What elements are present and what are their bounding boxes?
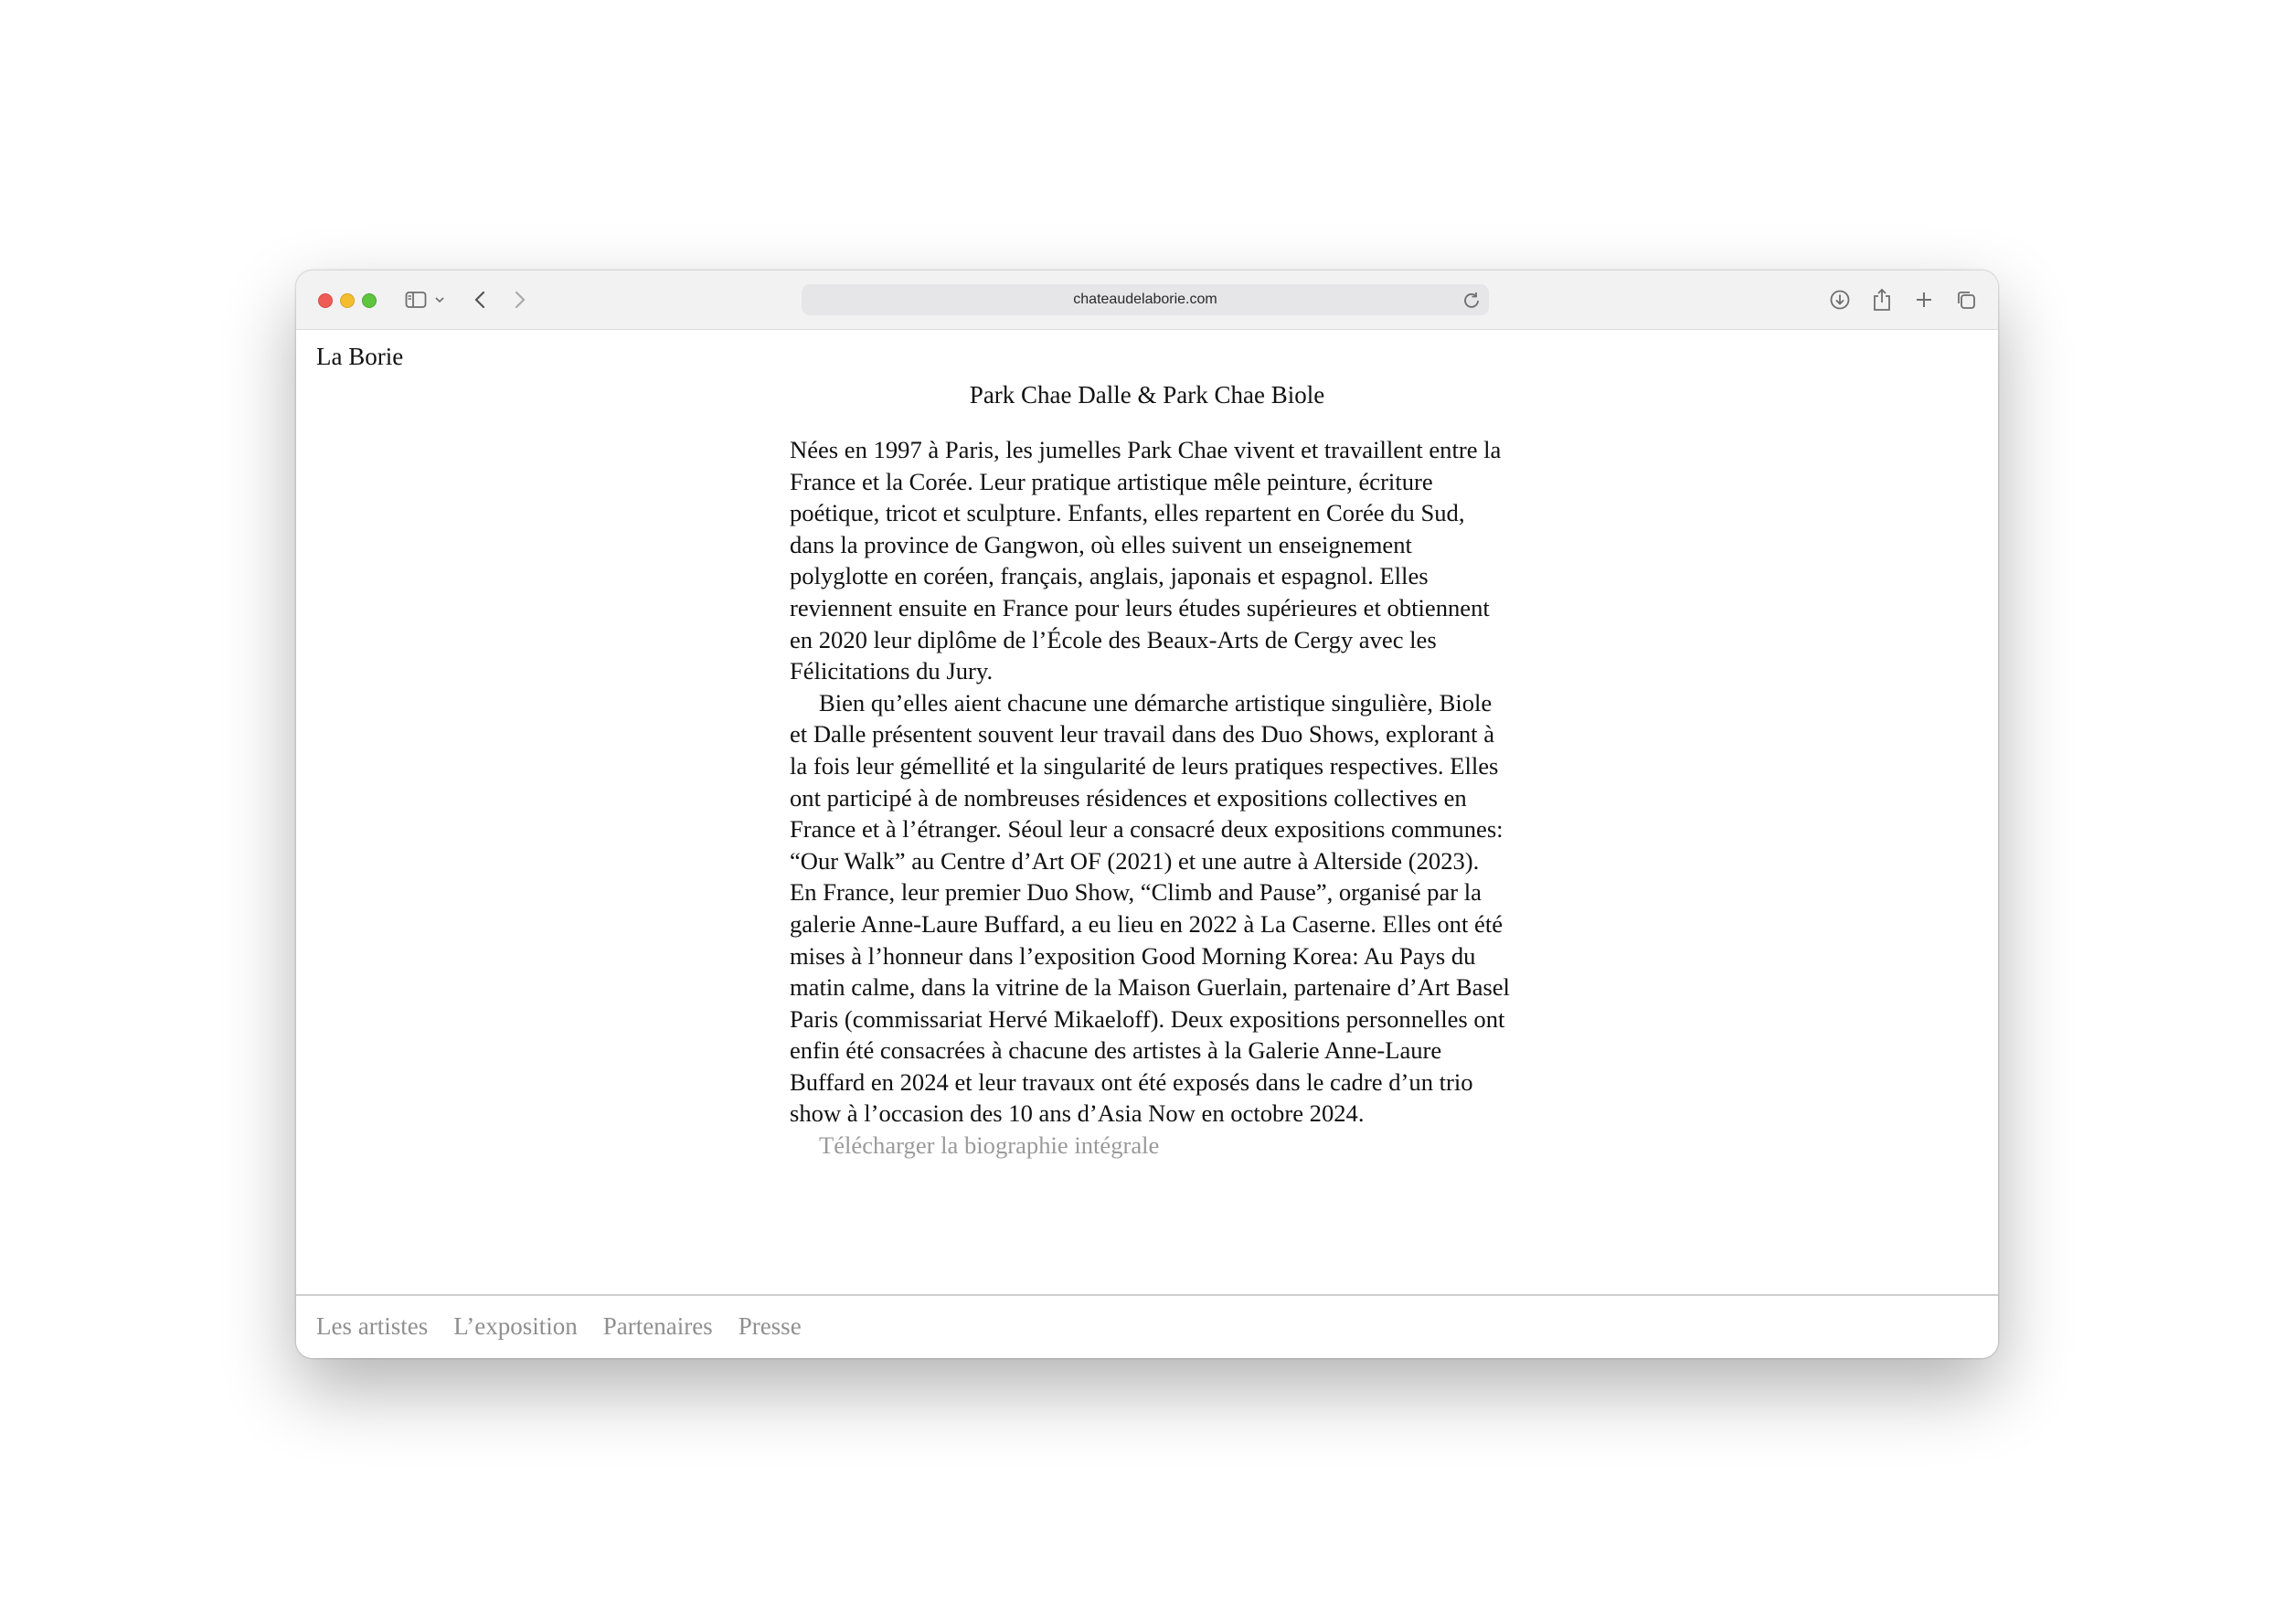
footer-nav: Les artistes L’exposition Partenaires Pr… <box>316 1312 802 1341</box>
nav-link-partners[interactable]: Partenaires <box>603 1312 713 1341</box>
artist-biography: Nées en 1997 à Paris, les jumelles Park … <box>790 434 1512 1162</box>
sidebar-toggle-icon[interactable] <box>404 286 428 313</box>
address-bar[interactable]: chateaudelaborie.com <box>802 284 1489 315</box>
back-arrow-icon[interactable] <box>472 286 488 313</box>
browser-window: chateaudelaborie.com La Borie Park Chae … <box>296 271 1998 1358</box>
new-tab-icon[interactable] <box>1912 286 1936 313</box>
bio-paragraph: Nées en 1997 à Paris, les jumelles Park … <box>790 436 1502 685</box>
site-title[interactable]: La Borie <box>316 343 403 371</box>
downloads-icon[interactable] <box>1828 286 1852 313</box>
page-content: La Borie Park Chae Dalle & Park Chae Bio… <box>296 330 1998 1358</box>
minimize-window-button[interactable] <box>340 293 355 308</box>
footer-nav-bar: Les artistes L’exposition Partenaires Pr… <box>296 1294 1998 1358</box>
zoom-window-button[interactable] <box>362 293 377 308</box>
nav-link-press[interactable]: Presse <box>739 1312 802 1341</box>
nav-link-exhibition[interactable]: L’exposition <box>453 1312 578 1341</box>
browser-toolbar: chateaudelaborie.com <box>296 271 1998 330</box>
forward-arrow-icon[interactable] <box>512 286 528 313</box>
chevron-down-icon[interactable] <box>433 286 446 313</box>
share-icon[interactable] <box>1870 286 1894 313</box>
bio-paragraph: Bien qu’elles aient chacune une démarche… <box>790 688 1510 1128</box>
artist-heading: Park Chae Dalle & Park Chae Biole <box>969 381 1325 409</box>
nav-link-artists[interactable]: Les artistes <box>316 1312 428 1341</box>
reload-icon[interactable] <box>1461 290 1482 310</box>
url-text: chateaudelaborie.com <box>1073 292 1217 307</box>
close-window-button[interactable] <box>318 293 333 308</box>
download-biography-link[interactable]: Télécharger la biographie intégrale <box>819 1130 1512 1162</box>
tab-overview-icon[interactable] <box>1954 286 1978 313</box>
